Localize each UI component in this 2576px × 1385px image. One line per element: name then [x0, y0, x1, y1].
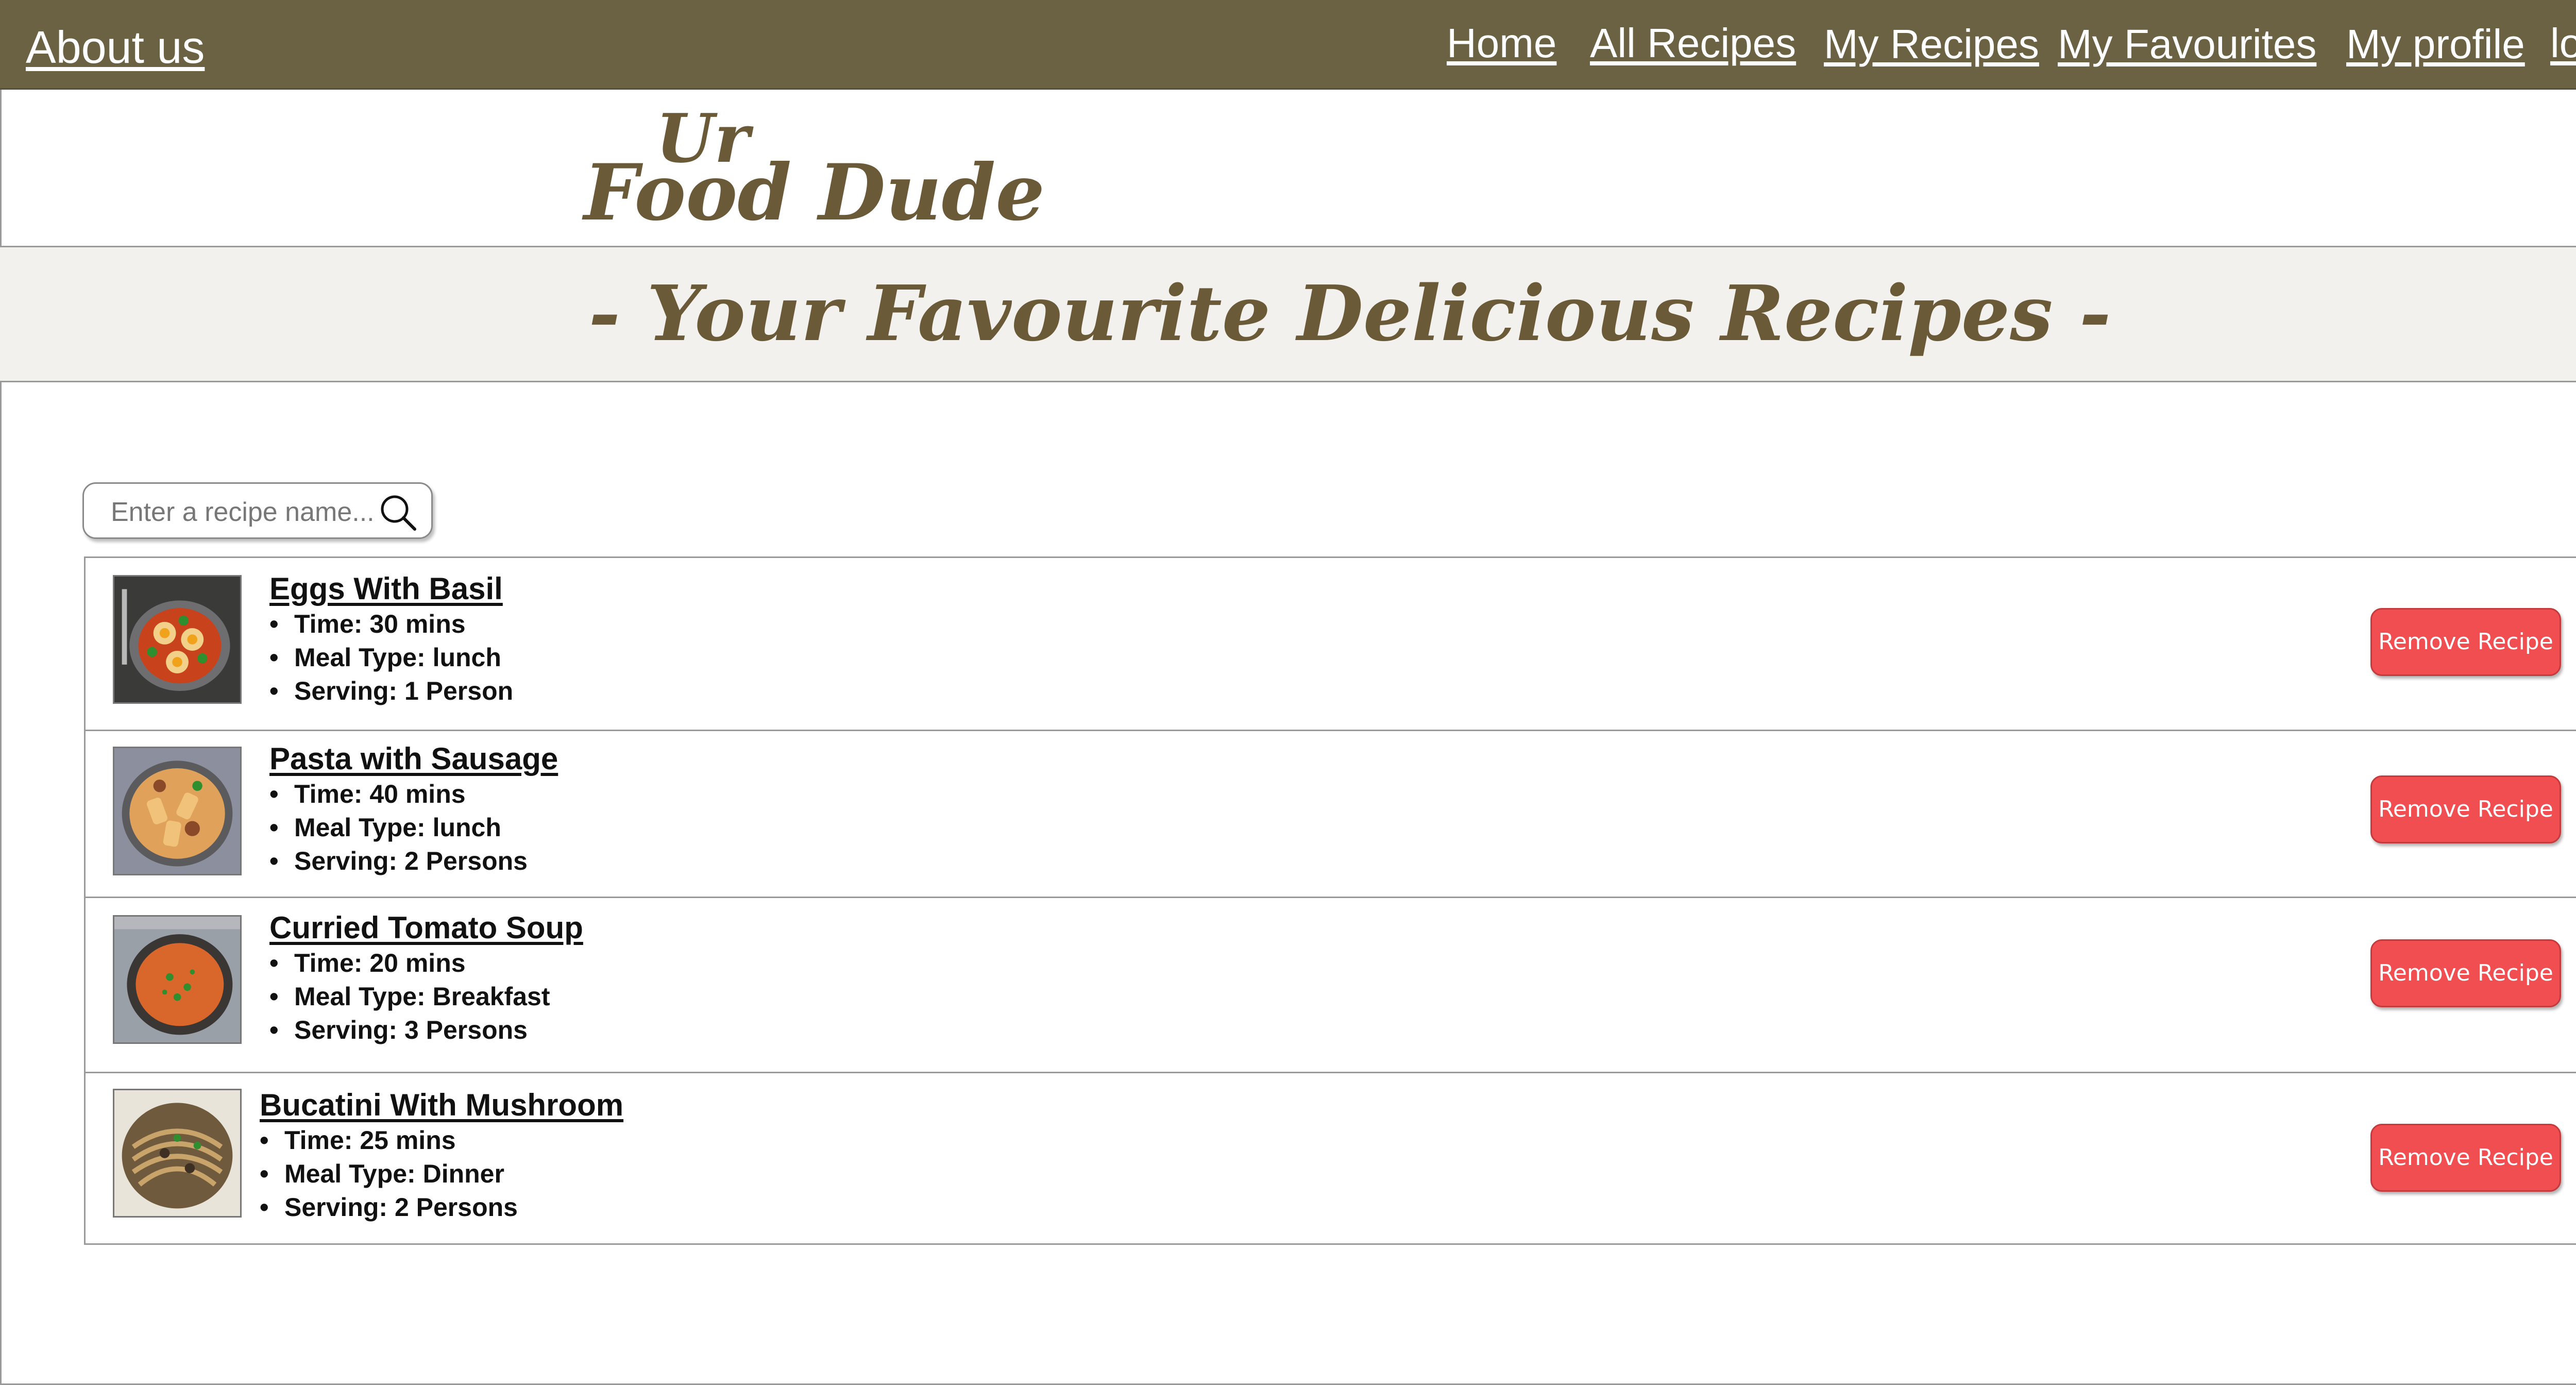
nav-my-favourites[interactable]: My Favourites — [2058, 24, 2316, 65]
nav-my-recipes[interactable]: My Recipes — [1824, 24, 2039, 65]
recipe-image-bucatini[interactable] — [113, 1089, 242, 1218]
nav-my-profile[interactable]: My profile — [2346, 24, 2525, 65]
recipe-row: Pasta with Sausage Time: 40 mins Meal Ty… — [86, 730, 2576, 897]
recipe-details: Time: 40 mins Meal Type: lunch Serving: … — [269, 778, 528, 878]
recipe-meal-type: Meal Type: Dinner — [260, 1157, 518, 1191]
page-title: - Your Favourite Delicious Recipes - — [588, 268, 2111, 358]
top-nav-bar: About us Home All Recipes My Recipes My … — [0, 0, 2576, 90]
nav-home[interactable]: Home — [1447, 23, 1556, 64]
remove-recipe-button[interactable]: Remove Recipe — [2370, 1124, 2561, 1192]
recipe-time: Time: 40 mins — [269, 778, 528, 811]
recipe-serving: Serving: 1 Person — [269, 674, 513, 708]
recipe-list: Eggs With Basil Time: 30 mins Meal Type:… — [84, 556, 2576, 1245]
recipe-row: Eggs With Basil Time: 30 mins Meal Type:… — [86, 558, 2576, 730]
search-icon[interactable] — [378, 492, 419, 533]
recipe-details: Time: 30 mins Meal Type: lunch Serving: … — [269, 607, 513, 708]
page: About us Home All Recipes My Recipes My … — [0, 0, 2576, 1385]
nav-log-out[interactable]: log out — [2550, 23, 2576, 64]
recipe-row: Curried Tomato Soup Time: 20 mins Meal T… — [86, 897, 2576, 1072]
recipe-time: Time: 25 mins — [260, 1124, 518, 1157]
recipe-serving: Serving: 2 Persons — [269, 844, 528, 878]
remove-recipe-button[interactable]: Remove Recipe — [2370, 939, 2561, 1007]
recipe-meal-type: Meal Type: lunch — [269, 641, 513, 674]
recipe-serving: Serving: 3 Persons — [269, 1014, 550, 1047]
recipe-details: Time: 25 mins Meal Type: Dinner Serving:… — [260, 1124, 518, 1224]
nav-all-recipes[interactable]: All Recipes — [1590, 23, 1796, 64]
heading-band: - Your Favourite Delicious Recipes - — [0, 247, 2576, 382]
search-input[interactable] — [110, 493, 380, 531]
main-content: Eggs With Basil Time: 30 mins Meal Type:… — [0, 382, 2576, 1385]
recipe-meal-type: Meal Type: lunch — [269, 811, 528, 844]
logo-band: Ur Food Dude — [0, 90, 2576, 247]
recipe-serving: Serving: 2 Persons — [260, 1191, 518, 1224]
recipe-title-link[interactable]: Curried Tomato Soup — [269, 913, 583, 943]
search-box — [82, 482, 433, 539]
recipe-row: Bucatini With Mushroom Time: 25 mins Mea… — [86, 1072, 2576, 1243]
recipe-image-soup[interactable] — [113, 915, 242, 1044]
recipe-time: Time: 20 mins — [269, 947, 550, 980]
nav-about-us[interactable]: About us — [26, 25, 205, 70]
recipe-details: Time: 20 mins Meal Type: Breakfast Servi… — [269, 947, 550, 1047]
recipe-image-pasta[interactable] — [113, 747, 242, 875]
recipe-meal-type: Meal Type: Breakfast — [269, 980, 550, 1014]
recipe-title-link[interactable]: Eggs With Basil — [269, 573, 503, 604]
remove-recipe-button[interactable]: Remove Recipe — [2370, 775, 2561, 843]
recipe-image-eggs[interactable] — [113, 575, 242, 704]
recipe-time: Time: 30 mins — [269, 607, 513, 641]
recipe-title-link[interactable]: Bucatini With Mushroom — [260, 1090, 623, 1121]
recipe-title-link[interactable]: Pasta with Sausage — [269, 744, 558, 774]
logo-text-line-2: Food Dude — [584, 147, 1045, 238]
remove-recipe-button[interactable]: Remove Recipe — [2370, 608, 2561, 676]
